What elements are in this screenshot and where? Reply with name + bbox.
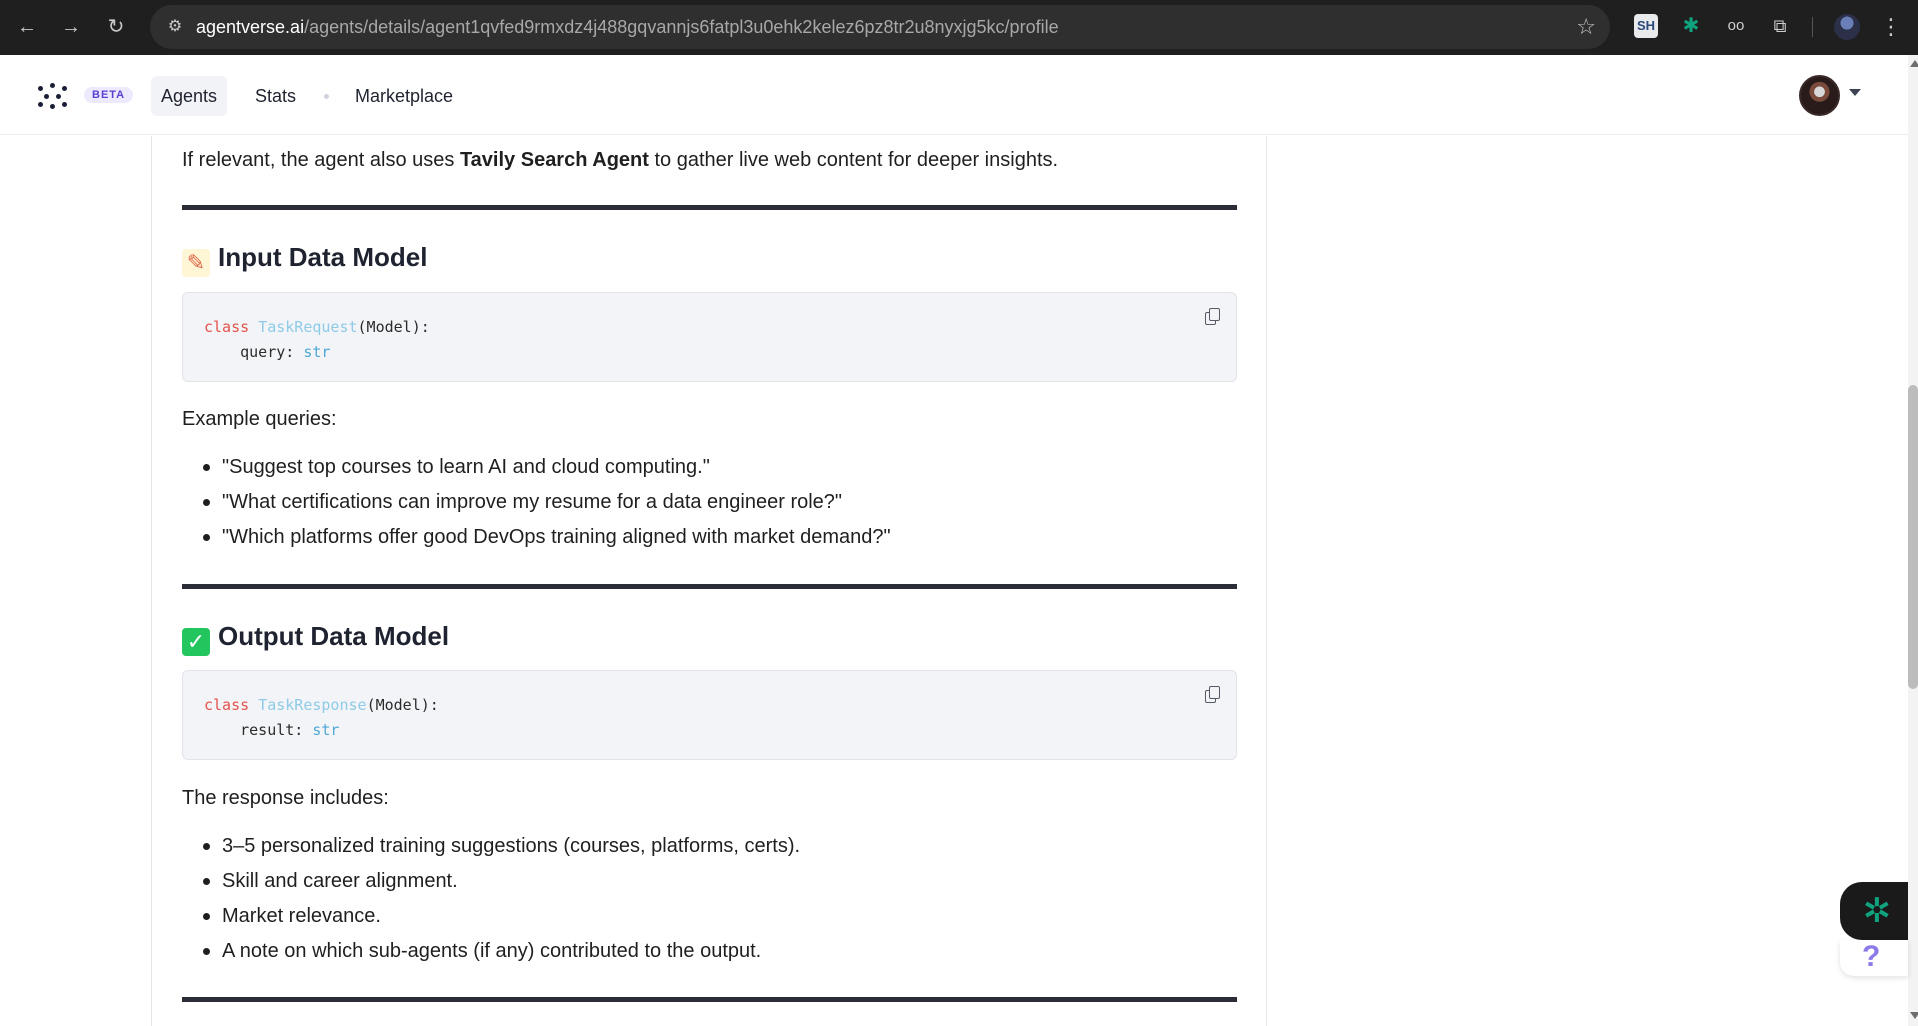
section-divider bbox=[182, 205, 1237, 210]
question-mark-icon: ? bbox=[1862, 940, 1881, 973]
site-header: BETA Agents Stats Marketplace bbox=[0, 55, 1908, 135]
output-section-heading: ✓ Output Data Model bbox=[182, 620, 449, 656]
code-class-name: TaskRequest bbox=[258, 318, 358, 336]
code-field-type: str bbox=[312, 721, 340, 739]
sh-extension-icon[interactable]: SH bbox=[1634, 14, 1658, 38]
intro-bold-agent: Tavily Search Agent bbox=[459, 149, 649, 171]
input-section-heading: ✎ Input Data Model bbox=[182, 241, 427, 277]
response-label: The response includes: bbox=[182, 787, 389, 809]
output-section-title: Output Data Model bbox=[218, 621, 450, 651]
examples-label: Example queries: bbox=[182, 408, 337, 430]
agent-readme-panel: If relevant, the agent also uses Tavily … bbox=[151, 136, 1267, 1026]
scroll-up-arrow-icon[interactable] bbox=[1910, 60, 1918, 67]
reload-icon[interactable]: ↻ bbox=[101, 12, 131, 42]
copy-icon[interactable] bbox=[1204, 685, 1222, 705]
chatgpt-extension-icon[interactable]: ✱ bbox=[1679, 14, 1703, 38]
output-code: class TaskResponse(Model): result: str bbox=[204, 693, 439, 743]
browser-menu-icon[interactable]: ⋮ bbox=[1880, 12, 1902, 42]
assistant-widget-button[interactable]: ✲ bbox=[1840, 882, 1908, 940]
code-base: (Model): bbox=[366, 696, 439, 714]
code-field: query: bbox=[204, 343, 304, 361]
intro-paragraph: If relevant, the agent also uses Tavily … bbox=[182, 146, 1058, 174]
browser-toolbar: ← → ↻ ⚙ agentverse.ai/agents/details/age… bbox=[0, 0, 1918, 55]
section-divider bbox=[182, 997, 1237, 1002]
input-section-title: Input Data Model bbox=[218, 242, 428, 272]
beta-badge: BETA bbox=[84, 87, 134, 103]
memo-icon: ✎ bbox=[182, 249, 210, 277]
copy-icon[interactable] bbox=[1204, 307, 1222, 327]
profile-avatar[interactable] bbox=[1834, 14, 1860, 40]
forward-icon[interactable]: → bbox=[56, 12, 86, 42]
code-keyword: class bbox=[204, 318, 250, 336]
example-queries-list: "Suggest top courses to learn AI and clo… bbox=[182, 450, 891, 555]
url-path: /agents/details/agent1qvfed9rmxdz4j488gq… bbox=[304, 17, 1059, 37]
reader-extension-icon[interactable]: oo bbox=[1724, 14, 1748, 38]
list-item: "What certifications can improve my resu… bbox=[182, 485, 891, 520]
list-item: Market relevance. bbox=[182, 899, 800, 934]
code-keyword: class bbox=[204, 696, 250, 714]
section-divider bbox=[182, 584, 1237, 589]
address-bar[interactable]: ⚙ agentverse.ai/agents/details/agent1qvf… bbox=[150, 5, 1610, 49]
list-item: Skill and career alignment. bbox=[182, 864, 800, 899]
nav-marketplace[interactable]: Marketplace bbox=[345, 76, 463, 116]
intro-suffix: to gather live web content for deeper in… bbox=[648, 149, 1059, 171]
url-text[interactable]: agentverse.ai/agents/details/agent1qvfed… bbox=[196, 17, 1059, 37]
check-icon: ✓ bbox=[182, 628, 210, 656]
toolbar-divider bbox=[1812, 17, 1813, 37]
openai-icon: ✲ bbox=[1862, 892, 1892, 930]
back-icon[interactable]: ← bbox=[12, 12, 42, 42]
input-code: class TaskRequest(Model): query: str bbox=[204, 315, 430, 365]
bookmark-star-icon[interactable]: ☆ bbox=[1576, 14, 1596, 40]
response-items-list: 3–5 personalized training suggestions (c… bbox=[182, 829, 800, 969]
nav-agents[interactable]: Agents bbox=[151, 76, 228, 116]
output-code-block: class TaskResponse(Model): result: str bbox=[182, 670, 1237, 760]
nav-stats[interactable]: Stats bbox=[245, 76, 306, 116]
chevron-down-icon[interactable] bbox=[1849, 89, 1861, 96]
help-button[interactable]: ? bbox=[1840, 940, 1908, 976]
agentverse-logo-icon[interactable] bbox=[38, 83, 68, 109]
list-item: 3–5 personalized training suggestions (c… bbox=[182, 829, 800, 864]
scroll-down-arrow-icon[interactable] bbox=[1910, 1012, 1918, 1019]
code-class-name: TaskResponse bbox=[258, 696, 367, 714]
list-item: A note on which sub-agents (if any) cont… bbox=[182, 934, 800, 969]
intro-prefix: If relevant, the agent also uses bbox=[182, 149, 460, 171]
extensions-puzzle-icon[interactable]: ⧉ bbox=[1768, 14, 1792, 38]
code-field-type: str bbox=[303, 343, 331, 361]
url-host: agentverse.ai bbox=[196, 17, 305, 37]
input-code-block: class TaskRequest(Model): query: str bbox=[182, 292, 1237, 382]
user-avatar[interactable] bbox=[1799, 75, 1840, 116]
nav-separator-dot bbox=[324, 94, 329, 99]
code-base: (Model): bbox=[357, 318, 430, 336]
site-info-icon[interactable]: ⚙ bbox=[164, 16, 186, 38]
code-field: result: bbox=[204, 721, 313, 739]
list-item: "Which platforms offer good DevOps train… bbox=[182, 520, 891, 555]
list-item: "Suggest top courses to learn AI and clo… bbox=[182, 450, 891, 485]
scrollbar-thumb[interactable] bbox=[1908, 385, 1918, 689]
